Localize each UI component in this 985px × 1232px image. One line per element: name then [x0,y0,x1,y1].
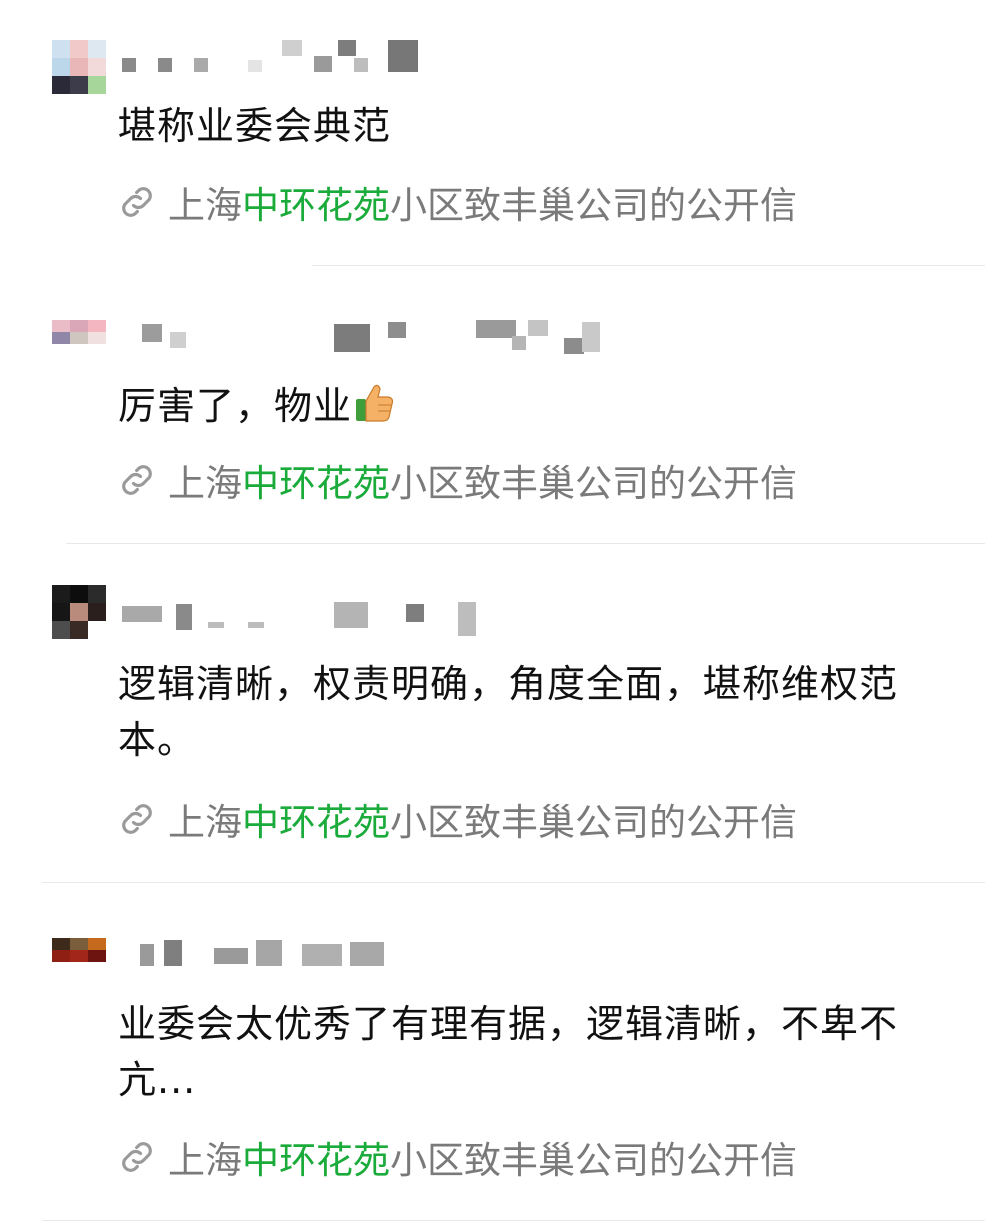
comment-text: 业委会太优秀了有理有据，逻辑清晰，不卑不亢... [118,1002,899,1102]
divider [42,1220,985,1221]
link-text-highlight[interactable]: 中环花苑 [242,792,390,846]
comment-text: 堪称业委会典范 [118,104,392,148]
link-text-pre: 上海 [168,462,242,505]
username-blurred[interactable] [118,598,608,638]
link-icon [122,804,152,834]
username-blurred[interactable] [118,38,608,78]
link-icon [122,465,152,495]
article-link[interactable]: 上海 中环花苑 小区致丰巢公司的公开信 [116,453,797,507]
link-text-post: 小区致丰巢公司的公开信 [390,801,797,844]
link-icon [122,1142,152,1172]
divider [42,882,985,883]
link-icon [122,187,152,217]
link-text-post: 小区致丰巢公司的公开信 [390,1139,797,1182]
link-text-post: 小区致丰巢公司的公开信 [390,184,797,227]
link-text-post: 小区致丰巢公司的公开信 [390,462,797,505]
avatar[interactable] [52,320,106,356]
article-link[interactable]: 上海 中环花苑 小区致丰巢公司的公开信 [116,792,797,846]
divider [312,265,985,266]
link-text-highlight[interactable]: 中环花苑 [242,1130,390,1184]
comment-text-content: 厉害了，物业 [118,384,353,428]
username-blurred[interactable] [118,936,608,976]
link-text-pre: 上海 [168,184,242,227]
article-link[interactable]: 上海 中环花苑 小区致丰巢公司的公开信 [116,175,797,229]
username-blurred[interactable] [118,318,608,358]
link-text-pre: 上海 [168,1139,242,1182]
avatar[interactable] [52,938,106,974]
comment-text: 逻辑清晰，权责明确，角度全面，堪称维权范本。 [118,662,899,762]
avatar[interactable] [52,585,106,639]
thumbs-up-icon [356,384,394,422]
divider [66,543,985,544]
link-text-highlight[interactable]: 中环花苑 [242,175,390,229]
link-text-highlight[interactable]: 中环花苑 [242,453,390,507]
link-text-pre: 上海 [168,801,242,844]
article-link[interactable]: 上海 中环花苑 小区致丰巢公司的公开信 [116,1130,797,1184]
comment-text: 厉害了，物业 [118,378,948,434]
avatar[interactable] [52,40,106,94]
